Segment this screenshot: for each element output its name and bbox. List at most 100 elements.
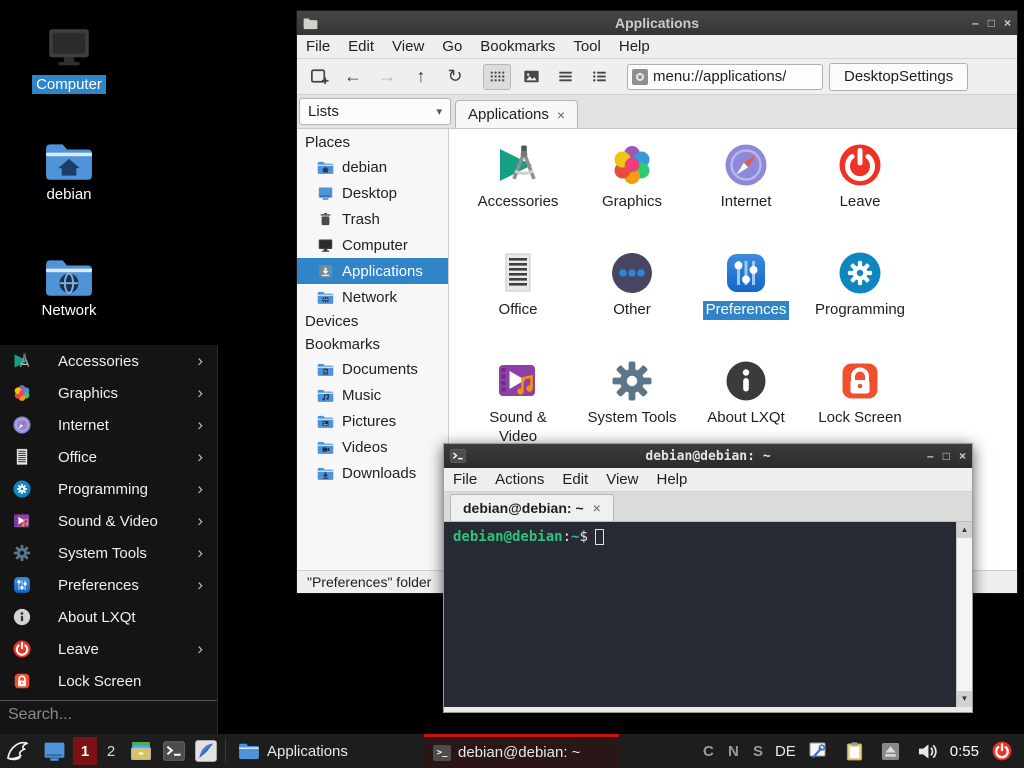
sidebar-item-computer[interactable]: Computer: [297, 232, 448, 258]
fm-sidebar: Places debian Desktop Trash Computer: [297, 129, 449, 570]
tab-applications[interactable]: Applications ×: [455, 100, 578, 128]
screenshot-tray-button[interactable]: [803, 734, 833, 768]
desktop-settings-button[interactable]: DesktopSettings: [829, 63, 968, 91]
menu-item-graphics[interactable]: Graphics ›: [0, 377, 217, 409]
fm-menu-tool[interactable]: Tool: [564, 35, 610, 58]
back-button[interactable]: ←: [339, 64, 367, 90]
new-tab-button[interactable]: [305, 64, 333, 90]
forward-button[interactable]: →: [373, 64, 401, 90]
menu-item-internet[interactable]: Internet ›: [0, 409, 217, 441]
term-menu-view[interactable]: View: [597, 468, 647, 491]
maximize-button[interactable]: □: [988, 17, 995, 29]
desktop-icon-label: Computer: [32, 75, 106, 94]
sidebar-item-documents[interactable]: Documents: [297, 356, 448, 382]
grid-item-internet[interactable]: Internet: [689, 139, 803, 247]
term-menu-edit[interactable]: Edit: [553, 468, 597, 491]
tab-close-icon[interactable]: ×: [557, 107, 565, 123]
workspace-1-button[interactable]: 1: [73, 737, 97, 765]
address-bar[interactable]: menu://applications/: [627, 64, 823, 90]
file-manager-launcher[interactable]: [124, 734, 158, 768]
minimize-button[interactable]: –: [927, 450, 934, 462]
grid-item-preferences[interactable]: Preferences: [689, 247, 803, 355]
fm-menu-file[interactable]: File: [297, 35, 339, 58]
menu-item-accessories[interactable]: Accessories ›: [0, 345, 217, 377]
tab-close-icon[interactable]: ×: [593, 500, 601, 516]
terminal-window: debian@debian: ~ – □ × File Actions Edit…: [443, 443, 973, 713]
sidebar-item-label: Trash: [342, 211, 380, 228]
icon-view-button[interactable]: [483, 64, 511, 90]
sidebar-item-network[interactable]: Network: [297, 284, 448, 310]
menu-item-about-lxqt[interactable]: About LXQt: [0, 601, 217, 633]
menu-item-sound-video[interactable]: Sound & Video ›: [0, 505, 217, 537]
grid-item-other[interactable]: Other: [575, 247, 689, 355]
keyboard-layout[interactable]: DE: [775, 743, 796, 760]
terminal-titlebar[interactable]: debian@debian: ~ – □ ×: [444, 444, 972, 468]
up-button[interactable]: ↑: [407, 64, 435, 90]
menu-item-leave[interactable]: Leave ›: [0, 633, 217, 665]
menu-item-preferences[interactable]: Preferences ›: [0, 569, 217, 601]
detailed-view-button[interactable]: [585, 64, 613, 90]
terminal-screen[interactable]: debian@debian:~$: [444, 522, 956, 707]
sidebar-mode-combo[interactable]: Lists ▾: [299, 98, 451, 125]
fm-menu-bookmarks[interactable]: Bookmarks: [471, 35, 564, 58]
grid-item-programming[interactable]: Programming: [803, 247, 917, 355]
pictures-folder-icon: [317, 413, 334, 430]
fm-menu-go[interactable]: Go: [433, 35, 471, 58]
fm-menu-view[interactable]: View: [383, 35, 433, 58]
term-menu-actions[interactable]: Actions: [486, 468, 553, 491]
sidebar-item-debian[interactable]: debian: [297, 154, 448, 180]
grid-item-graphics[interactable]: Graphics: [575, 139, 689, 247]
reload-button[interactable]: ↻: [441, 64, 469, 90]
grid-item-leave[interactable]: Leave: [803, 139, 917, 247]
term-menu-help[interactable]: Help: [647, 468, 696, 491]
show-desktop-button[interactable]: [37, 734, 72, 768]
minimize-button[interactable]: –: [972, 17, 979, 29]
sidebar-item-music[interactable]: Music: [297, 382, 448, 408]
clipboard-tray-button[interactable]: [840, 734, 869, 768]
scroll-up-icon[interactable]: ▲: [957, 522, 972, 538]
text-editor-launcher[interactable]: [190, 734, 222, 768]
shutdown-button[interactable]: [986, 734, 1018, 768]
videos-folder-icon: [317, 439, 334, 456]
desktop-icon-computer[interactable]: Computer: [19, 22, 119, 94]
workspace-2-button[interactable]: 2: [99, 737, 123, 765]
removable-media-button[interactable]: [876, 734, 905, 768]
maximize-button[interactable]: □: [943, 450, 950, 462]
desktop-icon-network[interactable]: Network: [19, 256, 119, 320]
sidebar-item-applications[interactable]: Applications: [297, 258, 448, 284]
compact-view-button[interactable]: [551, 64, 579, 90]
sidebar-item-pictures[interactable]: Pictures: [297, 408, 448, 434]
grid-item-label: Programming: [815, 301, 905, 320]
fm-titlebar[interactable]: Applications – □ ×: [297, 11, 1017, 35]
sidebar-item-label: Downloads: [342, 465, 416, 482]
task-button-terminal[interactable]: >_ debian@debian: ~: [424, 734, 619, 768]
main-menu-button[interactable]: [0, 734, 37, 768]
menu-item-lock-screen[interactable]: Lock Screen: [0, 665, 217, 697]
close-button[interactable]: ×: [1004, 17, 1011, 29]
desktop-icon-debian[interactable]: debian: [19, 140, 119, 204]
chevron-right-icon: ›: [197, 575, 203, 595]
sidebar-item-desktop[interactable]: Desktop: [297, 180, 448, 206]
fm-menu-edit[interactable]: Edit: [339, 35, 383, 58]
terminal-launcher[interactable]: [158, 734, 190, 768]
close-button[interactable]: ×: [959, 450, 966, 462]
sidebar-item-downloads[interactable]: Downloads: [297, 460, 448, 486]
terminal-tab[interactable]: debian@debian: ~ ×: [450, 494, 614, 521]
search-input[interactable]: [8, 706, 209, 724]
scroll-down-icon[interactable]: ▼: [957, 691, 972, 707]
menu-item-office[interactable]: Office ›: [0, 441, 217, 473]
grid-item-accessories[interactable]: Accessories: [461, 139, 575, 247]
thumbnail-view-icon: [521, 66, 542, 87]
sidebar-item-trash[interactable]: Trash: [297, 206, 448, 232]
terminal-scrollbar[interactable]: ▲ ▼: [956, 522, 972, 707]
term-menu-file[interactable]: File: [444, 468, 486, 491]
task-button-applications[interactable]: Applications: [229, 734, 424, 768]
menu-item-programming[interactable]: Programming ›: [0, 473, 217, 505]
volume-button[interactable]: [912, 734, 943, 768]
sidebar-item-videos[interactable]: Videos: [297, 434, 448, 460]
thumbnail-view-button[interactable]: [517, 64, 545, 90]
clock[interactable]: 0:55: [950, 743, 979, 760]
menu-item-system-tools[interactable]: System Tools ›: [0, 537, 217, 569]
fm-menu-help[interactable]: Help: [610, 35, 659, 58]
grid-item-office[interactable]: Office: [461, 247, 575, 355]
